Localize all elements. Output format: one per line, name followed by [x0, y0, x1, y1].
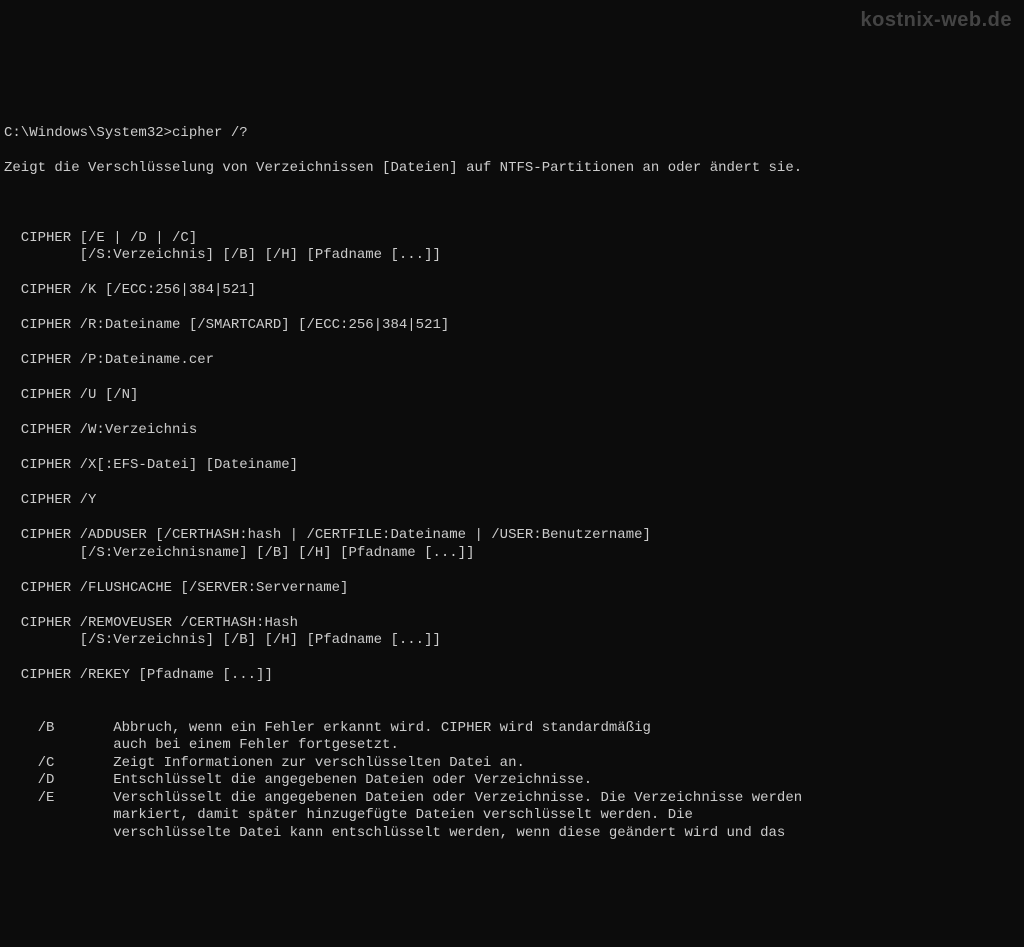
usage-line: CIPHER [/E | /D | /C]: [4, 230, 1020, 248]
usage-line: CIPHER /W:Verzeichnis: [4, 422, 1020, 440]
usage-line: [4, 335, 1020, 353]
usage-line: CIPHER /K [/ECC:256|384|521]: [4, 282, 1020, 300]
usage-line: CIPHER /U [/N]: [4, 387, 1020, 405]
option-continuation: verschlüsselte Datei kann entschlüsselt …: [4, 825, 1020, 843]
usage-line: CIPHER /Y: [4, 492, 1020, 510]
usage-line: CIPHER /REKEY [Pfadname [...]]: [4, 667, 1020, 685]
usage-block: CIPHER [/E | /D | /C] [/S:Verzeichnis] […: [4, 230, 1020, 703]
usage-line: CIPHER /X[:EFS-Datei] [Dateiname]: [4, 457, 1020, 475]
usage-line: [4, 300, 1020, 318]
usage-line: [/S:Verzeichnis] [/B] [/H] [Pfadname [..…: [4, 247, 1020, 265]
usage-line: CIPHER /ADDUSER [/CERTHASH:hash | /CERTF…: [4, 527, 1020, 545]
options-block: /B Abbruch, wenn ein Fehler erkannt wird…: [4, 720, 1020, 843]
option-line: /C Zeigt Informationen zur verschlüsselt…: [4, 755, 1020, 773]
usage-line: [/S:Verzeichnis] [/B] [/H] [Pfadname [..…: [4, 632, 1020, 650]
usage-line: CIPHER /R:Dateiname [/SMARTCARD] [/ECC:2…: [4, 317, 1020, 335]
usage-line: [4, 597, 1020, 615]
usage-line: [4, 562, 1020, 580]
terminal-output: C:\Windows\System32>cipher /? Zeigt die …: [4, 107, 1020, 860]
option-line: /B Abbruch, wenn ein Fehler erkannt wird…: [4, 720, 1020, 738]
usage-line: [4, 685, 1020, 703]
usage-line: CIPHER /P:Dateiname.cer: [4, 352, 1020, 370]
usage-line: [4, 405, 1020, 423]
usage-line: [4, 265, 1020, 283]
usage-line: CIPHER /REMOVEUSER /CERTHASH:Hash: [4, 615, 1020, 633]
blank-line: [4, 195, 1020, 213]
watermark-text: kostnix-web.de: [861, 8, 1012, 33]
prompt-line: C:\Windows\System32>cipher /?: [4, 125, 1020, 143]
usage-line: [4, 440, 1020, 458]
usage-line: [/S:Verzeichnisname] [/B] [/H] [Pfadname…: [4, 545, 1020, 563]
option-line: /E Verschlüsselt die angegebenen Dateien…: [4, 790, 1020, 808]
option-continuation: markiert, damit später hinzugefügte Date…: [4, 807, 1020, 825]
option-line: /D Entschlüsselt die angegebenen Dateien…: [4, 772, 1020, 790]
usage-line: CIPHER /FLUSHCACHE [/SERVER:Servername]: [4, 580, 1020, 598]
command-typed: cipher /?: [172, 125, 248, 141]
option-continuation: auch bei einem Fehler fortgesetzt.: [4, 737, 1020, 755]
usage-line: [4, 370, 1020, 388]
help-description: Zeigt die Verschlüsselung von Verzeichni…: [4, 160, 1020, 178]
prompt-path: C:\Windows\System32>: [4, 125, 172, 141]
usage-line: [4, 475, 1020, 493]
usage-line: [4, 510, 1020, 528]
usage-line: [4, 650, 1020, 668]
